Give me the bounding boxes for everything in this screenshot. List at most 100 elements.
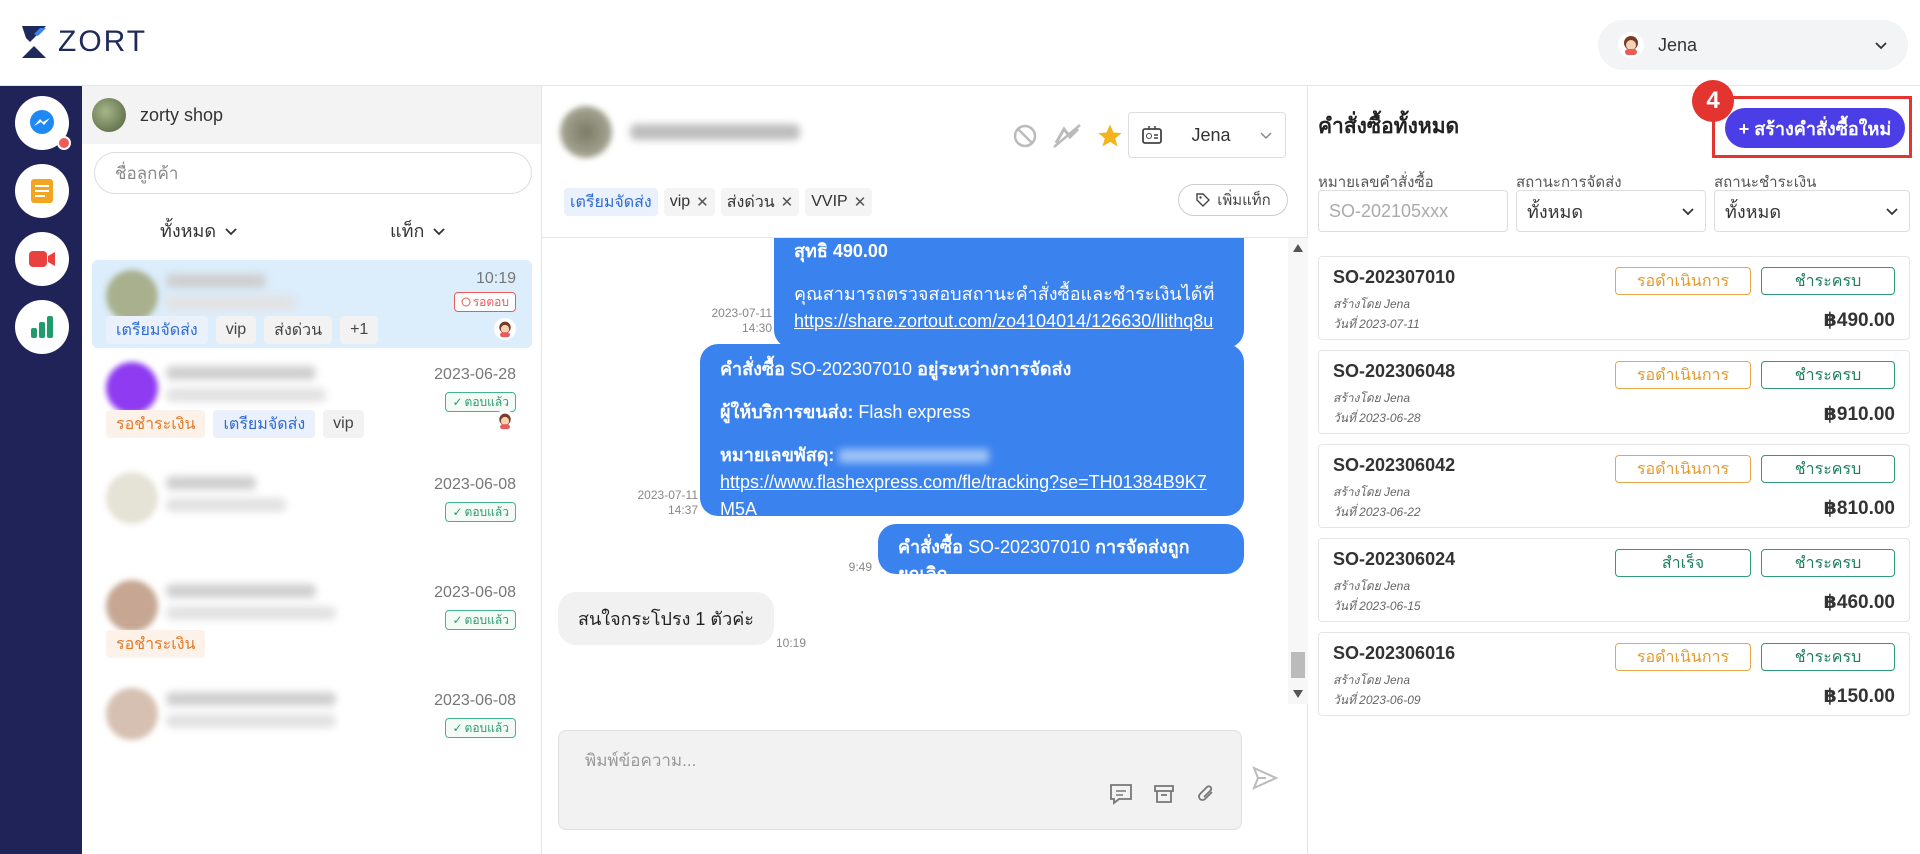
create-order-button[interactable]: + สร้างคำสั่งซื้อใหม่ <box>1725 108 1905 148</box>
order-code: SO-202307010 <box>1333 267 1456 287</box>
chat-tag-label: vip <box>669 193 691 210</box>
order-number-input[interactable]: SO-202105xxx <box>1318 190 1508 232</box>
conversation-item[interactable]: 2023-06-08 ✓ ตอบแล้ว <box>92 464 532 544</box>
provider-name: Flash express <box>858 402 971 422</box>
message-composer[interactable]: พิมพ์ข้อความ... <box>558 730 1242 830</box>
rail-analytics-button[interactable] <box>15 300 69 354</box>
remove-tag-icon[interactable]: ✕ <box>854 193 867 211</box>
conversation-item[interactable]: 2023-06-08 ✓ ตอบแล้ว รอชำระเงิน <box>92 572 532 662</box>
check-icon: ✓ <box>452 721 463 735</box>
shipping-status-select[interactable]: ทั้งหมด <box>1516 190 1706 232</box>
zort-logo[interactable]: ZORT <box>20 24 147 60</box>
customer-search-input[interactable]: ชื่อลูกค้า <box>94 152 532 194</box>
order-card[interactable]: SO-202306042 สร้างโดย Jena วันที่ 2023-0… <box>1318 444 1910 528</box>
tag-more-count: +1 <box>340 316 379 344</box>
conversation-tags: รอชำระเงิน เตรียมจัดส่ง vip <box>106 410 364 438</box>
order-card[interactable]: SO-202306048 สร้างโดย Jena วันที่ 2023-0… <box>1318 350 1910 434</box>
customer-name-blurred <box>630 124 800 140</box>
status-badge-replied: ✓ ตอบแล้ว <box>445 718 516 738</box>
conversation-time: 2023-06-28 <box>434 366 516 383</box>
order-card[interactable]: SO-202307010 สร้างโดย Jena วันที่ 2023-0… <box>1318 256 1910 340</box>
zort-logo-icon <box>22 26 46 58</box>
shipping-status-badge: รอดำเนินการ <box>1615 643 1751 671</box>
filter-tag-dropdown[interactable]: แท็ก <box>390 216 446 245</box>
order-card[interactable]: SO-202306024 สร้างโดย Jena วันที่ 2023-0… <box>1318 538 1910 622</box>
assignee-dropdown[interactable]: Jena <box>1128 112 1286 158</box>
star-icon[interactable] <box>1096 122 1124 150</box>
scrollbar[interactable] <box>1288 238 1308 704</box>
customer-avatar <box>106 362 158 414</box>
shipping-status-badge: รอดำเนินการ <box>1615 455 1751 483</box>
remove-tag-icon[interactable]: ✕ <box>781 193 794 211</box>
order-created-by: สร้างโดย Jena <box>1333 485 1410 499</box>
rail-messenger-button[interactable] <box>15 96 71 150</box>
user-menu[interactable]: Jena <box>1598 20 1908 70</box>
message-thread[interactable]: สุทธิ 490.00 คุณสามารถตรวจสอบสถานะคำสั่ง… <box>542 238 1308 704</box>
add-tag-button[interactable]: เพิ่มแท็ก <box>1178 184 1288 216</box>
message-time: 14:30 <box>741 321 772 335</box>
message-preview-blurred <box>166 714 336 728</box>
tracking-link[interactable]: https://www.flashexpress.com/fle/trackin… <box>720 472 1207 492</box>
customer-avatar <box>106 688 158 740</box>
order-amount: ฿460.00 <box>1823 592 1895 613</box>
notification-dot <box>57 136 71 150</box>
agent-avatar <box>494 318 516 340</box>
tag-pill: ส่งด่วน <box>264 316 333 344</box>
conversation-item[interactable]: 2023-06-08 ✓ ตอบแล้ว <box>92 680 532 760</box>
message-preview-blurred <box>166 296 296 310</box>
chat-panel: Jena เตรียมจัดส่ง vip ✕ ส่งด่วน ✕ VVIP ✕ เพ… <box>542 86 1308 854</box>
order-amount: ฿490.00 <box>1823 310 1895 331</box>
message-time: 9:49 <box>848 560 872 574</box>
chat-tag: ส่งด่วน ✕ <box>720 188 800 216</box>
tracking-link-continued[interactable]: M5A <box>720 499 757 519</box>
message-timestamp: 2023-07-11 14:37 <box>622 488 699 518</box>
filter-all-dropdown[interactable]: ทั้งหมด <box>160 216 238 245</box>
user-avatar-icon <box>1624 36 1638 55</box>
rail-orders-button[interactable] <box>15 164 69 218</box>
assignee-name: Jena <box>1191 124 1231 145</box>
attachment-icon[interactable] <box>1195 783 1217 805</box>
conversation-item[interactable]: 2023-06-28 ✓ ตอบแล้ว รอชำระเงิน เตรียมจั… <box>92 354 532 440</box>
agent-avatar-icon <box>499 413 511 430</box>
archive-icon[interactable] <box>1153 783 1175 805</box>
conversation-time: 2023-06-08 <box>434 692 516 709</box>
shipping-status-value: ทั้งหมด <box>1527 201 1584 222</box>
mute-icon[interactable] <box>1050 123 1084 149</box>
order-status-link[interactable]: https://share.zortout.com/zo4104014/1266… <box>794 311 1213 331</box>
agent-avatar-icon <box>499 321 511 338</box>
chevron-down-icon <box>1886 208 1898 216</box>
outgoing-message: คำสั่งซื้อ SO-202307010 อยู่ระหว่างการจั… <box>700 344 1244 519</box>
customer-name-blurred <box>166 366 316 380</box>
orders-panel: คำสั่งซื้อทั้งหมด หมายเลขคำสั่งซื้อ SO-2… <box>1308 86 1920 854</box>
send-icon[interactable] <box>1252 766 1278 790</box>
customer-avatar <box>106 270 158 322</box>
block-icon[interactable] <box>1012 123 1038 149</box>
scrollbar-thumb[interactable] <box>1291 652 1305 678</box>
conversation-time: 2023-06-08 <box>434 476 516 493</box>
rail-video-button[interactable] <box>15 232 69 286</box>
tag-pill: รอชำระเงิน <box>106 630 206 658</box>
chevron-down-icon <box>433 227 446 235</box>
payment-status-select[interactable]: ทั้งหมด <box>1714 190 1910 232</box>
chat-bubble-icon <box>461 297 471 307</box>
order-code: SO-202306016 <box>1333 643 1456 663</box>
chevron-down-icon <box>1875 42 1887 50</box>
remove-tag-icon[interactable]: ✕ <box>696 193 709 211</box>
scroll-down-icon[interactable] <box>1293 690 1303 698</box>
user-avatar <box>1618 32 1644 58</box>
status-label: ตอบแล้ว <box>464 612 509 627</box>
order-card[interactable]: SO-202306016 สร้างโดย Jena วันที่ 2023-0… <box>1318 632 1910 716</box>
scroll-up-icon[interactable] <box>1293 244 1303 252</box>
order-code: SO-202306024 <box>1333 549 1456 569</box>
message-check-text: คุณสามารถตรวจสอบสถานะคำสั่งซื้อและชำระเง… <box>794 284 1215 304</box>
quick-reply-icon[interactable] <box>1109 783 1133 805</box>
tracking-label: หมายเลขพัสดุ: <box>720 445 835 465</box>
order-created-by: สร้างโดย Jena <box>1333 673 1410 687</box>
status-badge-replied: ✓ ตอบแล้ว <box>445 502 516 522</box>
conversation-item[interactable]: 10:19 รอตอบ เตรียมจัดส่ง vip ส่งด่วน +1 <box>92 260 532 348</box>
customer-avatar <box>106 472 158 524</box>
top-bar: ZORT Jena <box>0 0 1920 86</box>
message-input[interactable]: พิมพ์ข้อความ... <box>585 747 696 774</box>
badge-icon <box>1142 126 1162 144</box>
customer-name-blurred <box>166 692 336 706</box>
